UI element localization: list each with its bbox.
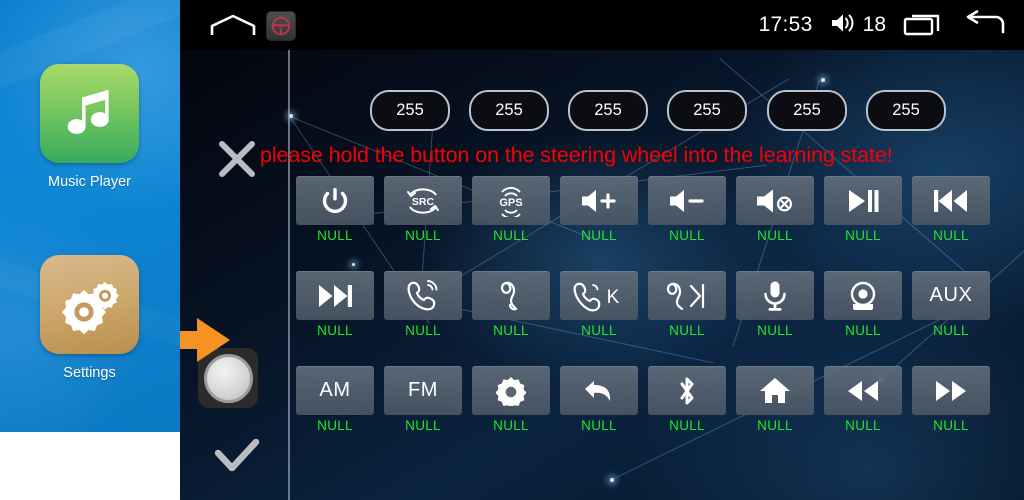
key-fast-forward[interactable] (912, 366, 990, 415)
key-value: NULL (493, 228, 529, 243)
key-value: NULL (845, 228, 881, 243)
key-volume-down[interactable] (648, 176, 726, 225)
orange-arrow-icon (180, 318, 231, 362)
key-value: NULL (581, 418, 617, 433)
key-value: NULL (933, 418, 969, 433)
key-microphone[interactable] (736, 271, 814, 320)
key-phone-hangup[interactable] (472, 271, 550, 320)
key-value: NULL (845, 323, 881, 338)
key-value: NULL (669, 228, 705, 243)
confirm-button[interactable] (208, 428, 266, 486)
key-value: NULL (757, 323, 793, 338)
svg-text:GPS: GPS (499, 197, 522, 209)
key-label: AM (319, 379, 351, 401)
key-power[interactable] (296, 176, 374, 225)
clock: 17:53 (758, 13, 813, 36)
key-value: NULL (757, 418, 793, 433)
channel-value-pill[interactable]: 255 (767, 90, 847, 131)
key-back[interactable] (560, 366, 638, 415)
sidebar-item-settings[interactable]: Settings (40, 255, 139, 381)
key-gps[interactable]: GPS (472, 176, 550, 225)
music-note-icon (40, 64, 139, 163)
home-icon[interactable] (210, 14, 256, 36)
content-area: 255 255 255 255 255 255 please hold the … (180, 50, 1024, 500)
learning-instruction-text: please hold the button on the steering w… (260, 143, 893, 167)
key-home[interactable] (736, 366, 814, 415)
channel-value-pill[interactable]: 255 (370, 90, 450, 131)
recent-apps-icon[interactable] (903, 10, 945, 41)
function-key-row: AM NULL FM NULL NULL NULL NULL NULL NULL… (296, 366, 1006, 461)
key-value: NULL (405, 323, 441, 338)
function-key-row: NULL SRC NULL GPS NULL NULL NULL NULL NU… (296, 176, 1006, 271)
key-fm[interactable]: FM (384, 366, 462, 415)
key-value: NULL (581, 323, 617, 338)
steering-wheel-icon[interactable] (266, 11, 296, 41)
key-value: NULL (493, 323, 529, 338)
key-phone-answer-k[interactable]: K (560, 271, 638, 320)
app-sidebar: Music Player Settings (0, 0, 234, 500)
sidebar-item-label: Settings (63, 365, 116, 381)
key-src[interactable]: SRC (384, 176, 462, 225)
key-volume-up[interactable] (560, 176, 638, 225)
key-phone-hangup-arrow[interactable] (648, 271, 726, 320)
key-aux[interactable]: AUX (912, 271, 990, 320)
key-value: NULL (317, 323, 353, 338)
key-value: NULL (933, 228, 969, 243)
key-value: NULL (405, 228, 441, 243)
key-value: NULL (317, 228, 353, 243)
key-rewind[interactable] (824, 366, 902, 415)
key-value: NULL (317, 418, 353, 433)
steering-wheel-learning-panel: 17:53 18 255 255 255 255 255 255 please … (180, 0, 1024, 500)
key-mute[interactable] (736, 176, 814, 225)
function-key-row: NULL NULL NULL K NULL NULL NULL NULL AUX… (296, 271, 1006, 366)
key-value: NULL (757, 228, 793, 243)
svg-text:SRC: SRC (412, 196, 435, 208)
key-camera[interactable] (824, 271, 902, 320)
key-phone-answer[interactable] (384, 271, 462, 320)
back-arrow-icon[interactable] (962, 9, 1006, 41)
channel-value-pill[interactable]: 255 (866, 90, 946, 131)
status-bar-right: 17:53 18 (759, 0, 1006, 50)
sidebar-item-music-player[interactable]: Music Player (40, 64, 139, 190)
key-play-pause[interactable] (824, 176, 902, 225)
key-value: NULL (581, 228, 617, 243)
key-bluetooth[interactable] (648, 366, 726, 415)
channel-value-row: 255 255 255 255 255 255 (180, 90, 1024, 131)
gears-icon (40, 255, 139, 354)
sidebar-item-label: Music Player (48, 174, 131, 190)
function-key-grid: NULL SRC NULL GPS NULL NULL NULL NULL NU… (296, 176, 1006, 461)
channel-value-pill[interactable]: 255 (568, 90, 648, 131)
volume-indicator[interactable]: 18 (830, 12, 886, 39)
channel-value-pill[interactable]: 255 (667, 90, 747, 131)
key-value: NULL (669, 323, 705, 338)
volume-icon (830, 12, 856, 39)
volume-level: 18 (862, 13, 886, 36)
cancel-button[interactable] (208, 130, 266, 188)
channel-value-pill[interactable]: 255 (469, 90, 549, 131)
key-value: NULL (493, 418, 529, 433)
svg-text:K: K (607, 287, 620, 308)
key-value: NULL (405, 418, 441, 433)
key-label: AUX (929, 284, 973, 306)
key-value: NULL (933, 323, 969, 338)
key-value: NULL (845, 418, 881, 433)
status-bar: 17:53 18 (180, 0, 1024, 50)
key-previous-track[interactable] (912, 176, 990, 225)
key-am[interactable]: AM (296, 366, 374, 415)
key-brightness[interactable] (472, 366, 550, 415)
key-label: FM (407, 379, 439, 401)
key-value: NULL (669, 418, 705, 433)
key-next-track[interactable] (296, 271, 374, 320)
